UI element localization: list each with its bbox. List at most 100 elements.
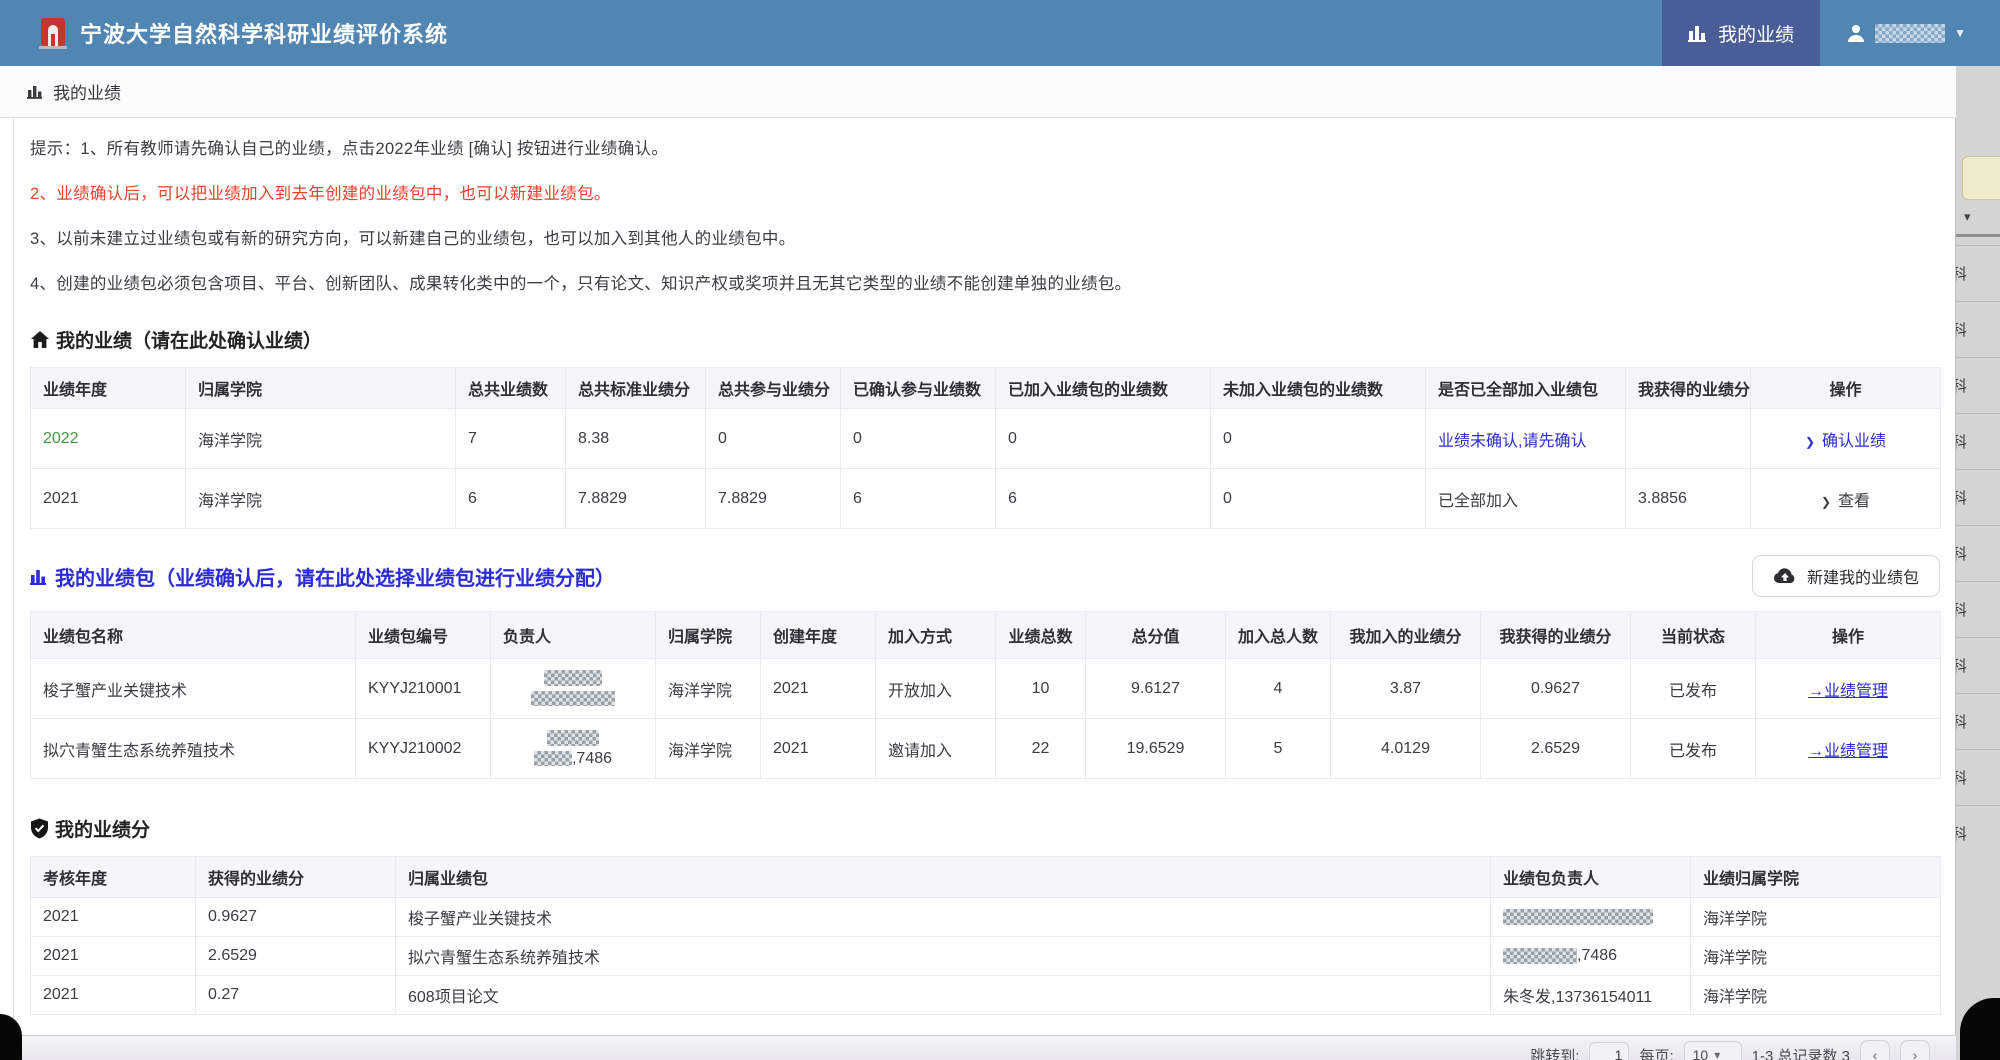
home-icon [30, 330, 50, 349]
university-logo-icon [38, 16, 68, 50]
nav-my-performance[interactable]: 我的业绩 [1662, 0, 1820, 66]
manage-package-link[interactable]: →业绩管理 [1808, 743, 1888, 760]
col-header: 业绩包名称 [31, 612, 356, 659]
next-page-button[interactable]: › [1900, 1040, 1930, 1060]
view-link[interactable]: ❯查看 [1821, 493, 1870, 510]
col-header: 当前状态 [1631, 612, 1756, 659]
table-header-row: 业绩年度 归属学院 总共业绩数 总共标准业绩分 总共参与业绩分 已确认参与业绩数… [31, 368, 1941, 409]
table-header-row: 业绩包名称 业绩包编号 负责人 归属学院 创建年度 加入方式 业绩总数 总分值 … [31, 612, 1941, 659]
chevron-down-icon: ▼ [1954, 26, 1966, 40]
col-header: 考核年度 [31, 857, 196, 898]
brand: 宁波大学自然科学科研业绩评价系统 [0, 16, 448, 50]
col-header: 加入方式 [876, 612, 996, 659]
table-row: 2021 2.6529 拟穴青蟹生态系统养殖技术 ,7486 海洋学院 [31, 937, 1941, 976]
col-header: 获得的业绩分 [196, 857, 396, 898]
background-row-fragment: 科 [1956, 525, 2000, 581]
col-header: 业绩包负责人 [1491, 857, 1691, 898]
leader-partial-text: ,7486 [572, 750, 612, 767]
confirm-first-link[interactable]: 业绩未确认,请先确认 [1438, 433, 1586, 450]
col-header: 已确认参与业绩数 [841, 368, 996, 409]
manage-package-link[interactable]: →业绩管理 [1808, 683, 1888, 700]
breadcrumb: 我的业绩 [0, 66, 1956, 118]
background-row-fragment: 科 [1956, 581, 2000, 637]
background-window-sliver: ▾ 科 科 科 科 科 科 科 科 科 科 科 [1955, 66, 2000, 1060]
col-header: 归属学院 [186, 368, 456, 409]
user-icon [1846, 23, 1866, 43]
table-row: 梭子蟹产业关键技术 KYYJ210001 海洋学院 2021 开放加入 10 9… [31, 659, 1941, 719]
chevron-right-icon: ❯ [1805, 435, 1815, 449]
section-my-packages-title: 我的业绩包（业绩确认后，请在此处选择业绩包进行业绩分配） [30, 562, 615, 591]
leader-redacted-cell [491, 659, 656, 719]
my-packages-table: 业绩包名称 业绩包编号 负责人 归属学院 创建年度 加入方式 业绩总数 总分值 … [30, 611, 1941, 779]
col-header: 总共业绩数 [456, 368, 566, 409]
background-row-fragment: 科 [1956, 805, 2000, 861]
arrow-right-icon: → [1808, 743, 1824, 760]
nav-my-performance-label: 我的业绩 [1718, 20, 1794, 47]
page-jump-input[interactable] [1589, 1042, 1629, 1060]
bar-chart-icon [27, 84, 44, 99]
leader-partial-text: ,7486 [1577, 947, 1617, 964]
breadcrumb-label: 我的业绩 [53, 79, 121, 104]
shield-check-icon [30, 818, 49, 839]
col-header: 我获得的业绩分 [1481, 612, 1631, 659]
background-row-fragment: 科 [1956, 693, 2000, 749]
leader-cell-visible: 朱冬发,13736154011 [1491, 976, 1691, 1015]
background-row-fragment: 科 [1956, 749, 2000, 805]
per-page-label: 每页: [1639, 1045, 1673, 1060]
col-header: 总分值 [1086, 612, 1226, 659]
year-cell: 2022 [31, 409, 186, 469]
cloud-upload-icon [1773, 567, 1797, 585]
col-header: 未加入业绩包的业绩数 [1211, 368, 1426, 409]
leader-redacted-cell [1491, 898, 1691, 937]
background-row-fragment: 科 [1956, 413, 2000, 469]
arrow-right-icon: → [1808, 683, 1824, 700]
background-row-fragment: 科 [1956, 301, 2000, 357]
table-row: 拟穴青蟹生态系统养殖技术 KYYJ210002 ,7486 海洋学院 2021 … [31, 719, 1941, 779]
background-row-fragment: 科 [1956, 637, 2000, 693]
app-window: 宁波大学自然科学科研业绩评价系统 我的业绩 [0, 0, 2000, 1060]
col-header: 归属学院 [656, 612, 761, 659]
jump-label: 跳转到: [1530, 1045, 1579, 1060]
table-header-row: 考核年度 获得的业绩分 归属业绩包 业绩包负责人 业绩归属学院 [31, 857, 1941, 898]
confirm-performance-link[interactable]: ❯确认业绩 [1805, 433, 1886, 450]
tip-line-3: 3、以前未建立过业绩包或有新的研究方向，可以新建自己的业绩包，也可以加入到其他人… [30, 225, 1940, 249]
background-row-fragment: 科 [1956, 245, 2000, 301]
tip-line-2: 2、业绩确认后，可以把业绩加入到去年创建的业绩包中，也可以新建业绩包。 [30, 180, 1940, 204]
col-header: 操作 [1756, 612, 1941, 659]
section-my-scores-title: 我的业绩分 [30, 815, 1940, 842]
user-menu[interactable]: ▼ [1820, 0, 2000, 66]
table-row: 2021 海洋学院 6 7.8829 7.8829 6 6 0 已全部加入 3.… [31, 469, 1941, 529]
col-header: 业绩年度 [31, 368, 186, 409]
col-header: 负责人 [491, 612, 656, 659]
bar-chart-icon [30, 568, 49, 585]
leader-redacted-cell: ,7486 [491, 719, 656, 779]
main-content: 提示：1、所有教师请先确认自己的业绩，点击2022年业绩 [确认] 按钮进行业绩… [13, 119, 1956, 1060]
col-header: 我加入的业绩分 [1331, 612, 1481, 659]
per-page-select[interactable]: 10 ▾ [1684, 1041, 1742, 1060]
chevron-down-icon: ▾ [1956, 200, 2000, 234]
chevron-right-icon: ❯ [1821, 495, 1831, 509]
new-package-button[interactable]: 新建我的业绩包 [1752, 555, 1940, 597]
pagination-bar: 跳转到: 每页: 10 ▾ 1-3 总记录数 3 ‹ › [13, 1035, 1956, 1060]
my-performance-table: 业绩年度 归属学院 总共业绩数 总共标准业绩分 总共参与业绩分 已确认参与业绩数… [30, 367, 1941, 529]
app-title: 宁波大学自然科学科研业绩评价系统 [80, 17, 448, 49]
year-cell: 2021 [31, 469, 186, 529]
col-header: 操作 [1751, 368, 1941, 409]
col-header: 总共标准业绩分 [566, 368, 706, 409]
col-header: 总共参与业绩分 [706, 368, 841, 409]
col-header: 业绩归属学院 [1691, 857, 1941, 898]
col-header: 业绩包编号 [356, 612, 491, 659]
bar-chart-icon [1688, 24, 1708, 42]
user-name-redacted [1875, 24, 1945, 43]
app-header: 宁波大学自然科学科研业绩评价系统 我的业绩 [0, 0, 2000, 66]
prev-page-button[interactable]: ‹ [1860, 1040, 1890, 1060]
my-scores-table: 考核年度 获得的业绩分 归属业绩包 业绩包负责人 业绩归属学院 2021 0.9… [30, 856, 1941, 1015]
col-header: 业绩总数 [996, 612, 1086, 659]
tip-line-4: 4、创建的业绩包必须包含项目、平台、创新团队、成果转化类中的一个，只有论文、知识… [30, 270, 1940, 294]
leader-redacted-cell: ,7486 [1491, 937, 1691, 976]
col-header: 归属业绩包 [396, 857, 1491, 898]
col-header: 创建年度 [761, 612, 876, 659]
chevron-down-icon: ▾ [1714, 1048, 1720, 1060]
background-row-fragment: 科 [1956, 357, 2000, 413]
col-header: 我获得的业绩分 [1626, 368, 1751, 409]
